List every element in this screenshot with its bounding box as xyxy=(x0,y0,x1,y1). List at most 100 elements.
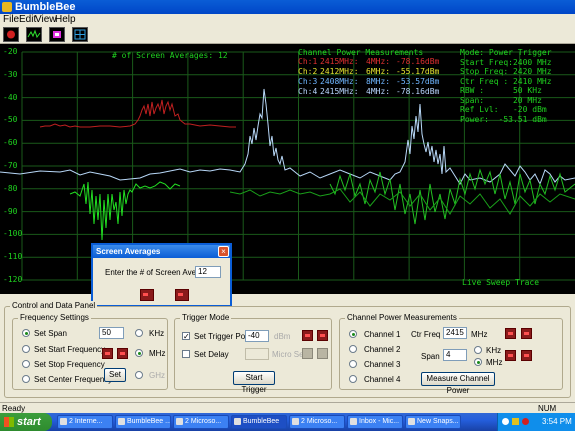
y-axis-tick: -30 xyxy=(3,69,18,79)
tray-network-icon[interactable] xyxy=(502,418,509,425)
taskbar-item-label: 2 Microso... xyxy=(185,418,222,425)
channel-1-radio[interactable] xyxy=(349,330,357,338)
measure-channel-power-button[interactable]: Measure Channel Power xyxy=(421,372,495,395)
start-button[interactable]: start xyxy=(0,413,52,431)
y-axis-tick: -90 xyxy=(3,206,18,216)
span-khz-radio[interactable] xyxy=(474,346,482,354)
tray-alert-icon[interactable] xyxy=(522,418,529,425)
y-axis-tick: -60 xyxy=(3,138,18,148)
set-center-label: Set Center Frequency xyxy=(34,375,113,384)
span-label: Span xyxy=(421,352,440,361)
trace-red xyxy=(39,99,236,128)
ctr-freq-down-button[interactable] xyxy=(521,328,532,339)
set-frequency-button[interactable]: Set xyxy=(104,368,126,382)
frequency-value-input[interactable]: 50 xyxy=(99,327,124,339)
channel-2-label: Channel 2 xyxy=(364,345,401,354)
num-lock-indicator: NUM xyxy=(538,404,557,413)
taskbar-item-bumblebee-active[interactable]: BumbleBee xyxy=(231,415,287,429)
trigger-up-button[interactable] xyxy=(302,330,313,341)
unit-khz-label: KHz xyxy=(149,329,165,338)
y-axis-tick: -50 xyxy=(3,115,18,125)
channel-power-ch: Ch:2 xyxy=(298,67,318,76)
screen-averages-dialog: Screen Averages × Enter the # of Screen … xyxy=(91,243,232,307)
span-input[interactable]: 4 xyxy=(443,349,467,361)
mode-info-line: Mode: Power Trigger xyxy=(460,48,552,57)
freq-down-button[interactable] xyxy=(117,348,128,359)
trace-green xyxy=(69,181,181,241)
channel-1-label: Channel 1 xyxy=(364,330,401,339)
spectrum-display: -20 -30 -40 -50 -60 -70 -80 -90 -100 -110 -120 # o… xyxy=(0,44,575,294)
channel-3-label: Channel 3 xyxy=(364,360,401,369)
taskbar-item-label: Inbox - Mic... xyxy=(359,418,400,425)
dialog-title: Screen Averages xyxy=(93,245,230,258)
unit-mhz-label: MHz xyxy=(149,349,166,358)
red-record-icon[interactable] xyxy=(3,27,19,42)
taskbar-item-bumblebee-1[interactable]: BumbleBee ... xyxy=(115,415,171,429)
delay-up-button[interactable] xyxy=(302,348,313,359)
taskbar-item-snapshot[interactable]: New Snaps... xyxy=(405,415,461,429)
set-start-radio[interactable] xyxy=(22,345,30,353)
unit-ghz-radio[interactable] xyxy=(135,371,143,379)
delay-down-button[interactable] xyxy=(317,348,328,359)
grid-icon[interactable] xyxy=(72,27,88,42)
span-up-button[interactable] xyxy=(505,350,516,361)
trigger-down-button[interactable] xyxy=(317,330,328,341)
trigger-power-checkbox[interactable]: ✓ xyxy=(182,332,190,341)
mode-info-line: Start Freq:2400 MHz xyxy=(460,57,552,67)
freq-up-button[interactable] xyxy=(102,348,113,359)
averages-input[interactable]: 12 xyxy=(195,266,221,278)
trigger-power-input[interactable]: -40 xyxy=(245,330,269,342)
set-delay-checkbox[interactable] xyxy=(182,350,190,358)
channel-power-row: Ch:1 2415MHz: 4MHz: -78.16dBm xyxy=(298,57,448,67)
taskbar-item-label: New Snaps... xyxy=(417,418,459,425)
span-down-button[interactable] xyxy=(521,350,532,361)
pink-icon[interactable] xyxy=(49,27,65,42)
taskbar-item-label: 2 Interne... xyxy=(69,418,103,425)
mode-info-readout: Mode: Power Trigger Start Freq:2400 MHz St… xyxy=(460,48,552,124)
close-icon[interactable]: × xyxy=(218,246,229,257)
set-span-radio[interactable] xyxy=(22,329,30,337)
channel-3-radio[interactable] xyxy=(349,360,357,368)
unit-mhz-radio[interactable] xyxy=(135,349,143,357)
dialog-ok-button[interactable] xyxy=(140,289,154,301)
taskbar: start 2 Interne... BumbleBee ... 2 Micro… xyxy=(0,413,575,431)
start-trigger-button[interactable]: Start Trigger xyxy=(233,371,275,394)
mode-info-line: Ref Lvl: -20 dBm xyxy=(460,105,547,114)
channel-4-radio[interactable] xyxy=(349,375,357,383)
dialog-cancel-button[interactable] xyxy=(175,289,189,301)
set-center-radio[interactable] xyxy=(22,375,30,383)
taskbar-item-label: BumbleBee xyxy=(243,418,280,425)
menu-edit[interactable]: Edit xyxy=(19,14,36,25)
span-mhz-label: MHz xyxy=(486,358,503,367)
ctr-freq-up-button[interactable] xyxy=(505,328,516,339)
waveform-icon[interactable] xyxy=(26,27,42,42)
menu-bar: File Edit View Help xyxy=(0,14,575,26)
taskbar-item-microsoft-2[interactable]: 2 Microso... xyxy=(289,415,345,429)
app-icon xyxy=(118,418,125,425)
system-tray: 3:54 PM xyxy=(497,413,575,431)
unit-khz-radio[interactable] xyxy=(135,329,143,337)
channel-power-power: -78.16dBm xyxy=(396,87,440,96)
delay-input[interactable] xyxy=(245,348,269,360)
taskbar-item-inbox[interactable]: Inbox - Mic... xyxy=(347,415,403,429)
menu-help[interactable]: Help xyxy=(55,14,76,25)
taskbar-item-microsoft-1[interactable]: 2 Microso... xyxy=(173,415,229,429)
set-stop-radio[interactable] xyxy=(22,360,30,368)
span-mhz-radio[interactable] xyxy=(474,358,482,366)
menu-file[interactable]: File xyxy=(3,14,19,25)
window-title-bar[interactable]: BumbleBee xyxy=(0,0,575,14)
menu-view[interactable]: View xyxy=(35,14,57,25)
channel-power-ch: Ch:1 xyxy=(298,57,318,66)
mode-info-line: Ctr Freq : 2410 MHz xyxy=(460,76,552,86)
channel-power-title: Channel Power Measurements xyxy=(298,48,424,57)
y-axis-tick: -20 xyxy=(3,47,18,56)
channel-power-power: -55.17dBm xyxy=(396,67,440,76)
channel-power-ch: Ch:4 xyxy=(298,87,318,96)
channel-power-bw: 8MHz: xyxy=(366,77,391,86)
ctr-freq-input[interactable]: 2415 xyxy=(443,327,467,339)
channel-power-ch: Ch:3 xyxy=(298,77,318,86)
set-start-label: Set Start Frequency xyxy=(34,345,106,354)
channel-2-radio[interactable] xyxy=(349,345,357,353)
taskbar-item-internet[interactable]: 2 Interne... xyxy=(57,415,113,429)
tray-app-icon[interactable] xyxy=(512,418,519,425)
